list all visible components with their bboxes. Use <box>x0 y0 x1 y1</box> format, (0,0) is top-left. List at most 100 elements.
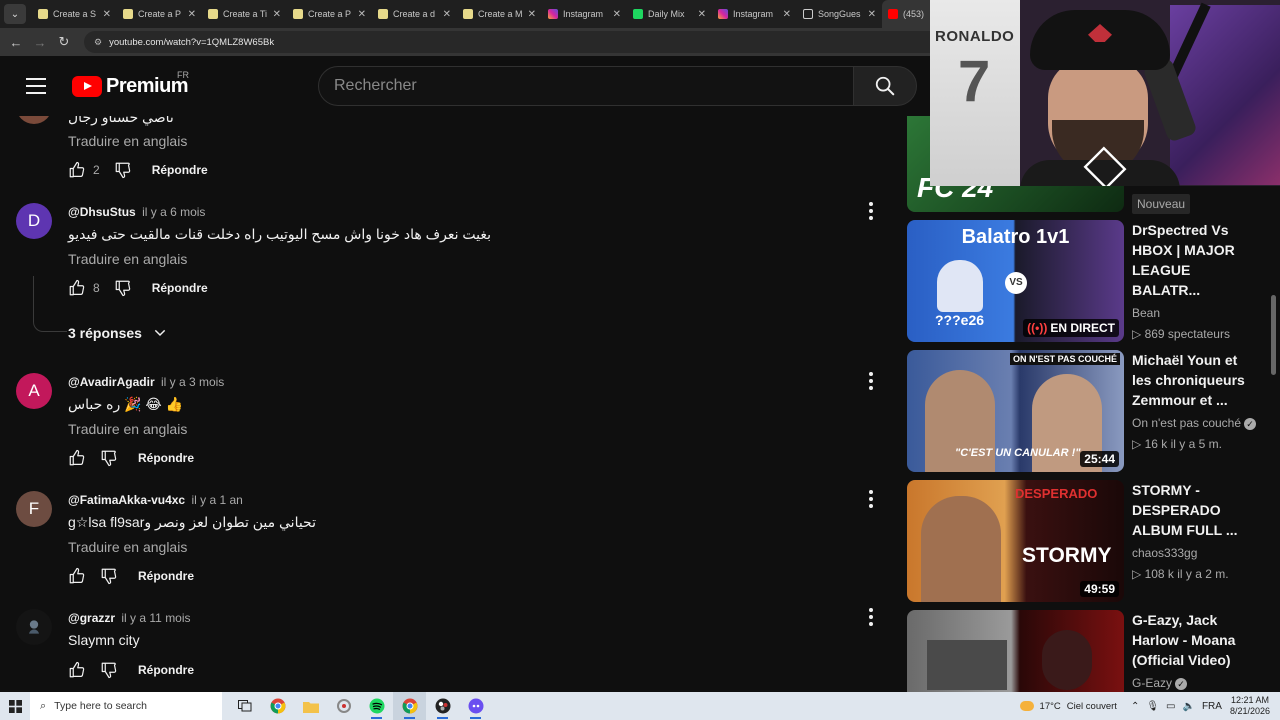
close-tab-icon[interactable]: ✕ <box>103 9 111 20</box>
avatar[interactable]: A <box>16 373 52 409</box>
avatar[interactable] <box>16 609 52 645</box>
reply-button[interactable]: Répondre <box>138 663 194 677</box>
close-tab-icon[interactable]: ✕ <box>613 9 621 20</box>
comment-header: @FatimaAkka-vu4xc il y a 1 an <box>68 493 243 507</box>
dislike-icon[interactable] <box>114 279 132 297</box>
microphone-icon[interactable]: 🎙 <box>1146 701 1159 712</box>
volume-icon[interactable]: 🔈 <box>1183 701 1195 712</box>
dislike-icon[interactable] <box>100 567 118 585</box>
video-thumbnail[interactable]: DESPERADO STORMY 49:59 <box>907 480 1124 602</box>
comment-author[interactable]: @grazzr <box>68 611 115 625</box>
more-options-icon[interactable] <box>862 490 880 508</box>
browser-tab[interactable]: SongGues ✕ <box>797 0 882 28</box>
discord-icon[interactable] <box>459 692 492 720</box>
dislike-icon[interactable] <box>114 161 132 179</box>
close-tab-icon[interactable]: ✕ <box>868 9 876 20</box>
comment-time[interactable]: il y a 11 mois <box>121 611 190 625</box>
more-options-icon[interactable] <box>862 372 880 390</box>
reply-button[interactable]: Répondre <box>138 569 194 583</box>
close-tab-icon[interactable]: ✕ <box>443 9 451 20</box>
tab-search-menu-button[interactable]: ⌄ <box>4 4 26 24</box>
like-icon[interactable] <box>68 161 86 179</box>
browser-tab[interactable]: Create a M ✕ <box>457 0 542 28</box>
site-info-icon[interactable]: ⚙ <box>94 37 102 48</box>
chrome-icon[interactable] <box>261 692 294 720</box>
reply-button[interactable]: Répondre <box>152 163 208 177</box>
comment-header: @grazzr il y a 11 mois <box>68 611 191 625</box>
doc-icon <box>378 9 388 19</box>
comment-time[interactable]: il y a 3 mois <box>161 375 224 389</box>
like-icon[interactable] <box>68 567 86 585</box>
close-tab-icon[interactable]: ✕ <box>698 9 706 20</box>
close-tab-icon[interactable]: ✕ <box>188 9 196 20</box>
close-tab-icon[interactable]: ✕ <box>358 9 366 20</box>
close-tab-icon[interactable]: ✕ <box>783 9 791 20</box>
translate-link[interactable]: Traduire en anglais <box>68 421 187 437</box>
browser-tab[interactable]: Instagram ✕ <box>712 0 797 28</box>
video-channel[interactable]: Bean <box>1132 306 1257 320</box>
network-icon[interactable]: ▭ <box>1166 701 1175 712</box>
weather-widget[interactable]: 17°C Ciel couvert <box>1019 701 1117 712</box>
replies-toggle[interactable]: 3 réponses <box>68 325 168 341</box>
video-title[interactable]: DrSpectred Vs HBOX | MAJOR LEAGUE BALATR… <box>1132 220 1257 300</box>
dislike-icon[interactable] <box>100 661 118 679</box>
comment-time[interactable]: il y a 6 mois <box>142 205 205 219</box>
dislike-icon[interactable] <box>100 449 118 467</box>
back-button[interactable]: ← <box>4 35 28 50</box>
comment-author[interactable]: @FatimaAkka-vu4xc <box>68 493 185 507</box>
spotify-icon[interactable] <box>360 692 393 720</box>
close-tab-icon[interactable]: ✕ <box>528 9 536 20</box>
clock[interactable]: 12:21 AM 8/21/2026 <box>1230 695 1270 717</box>
like-icon[interactable] <box>68 661 86 679</box>
browser-tab[interactable]: Create a S ✕ <box>32 0 117 28</box>
chrome-active-icon[interactable] <box>393 692 426 720</box>
language-indicator[interactable]: FRA <box>1202 701 1222 712</box>
start-button[interactable] <box>0 699 30 713</box>
search-button[interactable] <box>853 66 917 106</box>
more-options-icon[interactable] <box>862 608 880 626</box>
video-title[interactable]: STORMY - DESPERADO ALBUM FULL ... <box>1132 480 1257 540</box>
obs-icon[interactable] <box>426 692 459 720</box>
app-icon[interactable] <box>327 692 360 720</box>
url-field[interactable]: ⚙ youtube.com/watch?v=1QMLZ8W65Bk <box>84 31 944 53</box>
avatar[interactable] <box>16 116 52 124</box>
chevron-up-icon[interactable]: ⌃ <box>1131 701 1139 712</box>
translate-link[interactable]: Traduire en anglais <box>68 539 187 555</box>
video-thumbnail[interactable] <box>907 610 1124 692</box>
sidebar-scrollbar[interactable] <box>1271 295 1276 375</box>
translate-link[interactable]: Traduire en anglais <box>68 133 187 149</box>
reply-button[interactable]: Répondre <box>152 281 208 295</box>
video-channel[interactable]: On n'est pas couché ✓ <box>1132 416 1257 430</box>
search-input[interactable] <box>319 67 853 105</box>
browser-tab[interactable]: Daily Mix ✕ <box>627 0 712 28</box>
forward-button[interactable]: → <box>28 35 52 50</box>
video-thumbnail[interactable]: ON N'EST PAS COUCHÉ "C'EST UN CANULAR !"… <box>907 350 1124 472</box>
comment-author[interactable]: @DhsuStus <box>68 205 136 219</box>
taskbar-search[interactable]: ⌕ Type here to search <box>30 692 222 720</box>
comment-time[interactable]: il y a 1 an <box>191 493 242 507</box>
close-tab-icon[interactable]: ✕ <box>273 9 281 20</box>
browser-tab[interactable]: Create a P ✕ <box>287 0 372 28</box>
browser-tab[interactable]: Create a d ✕ <box>372 0 457 28</box>
browser-tab[interactable]: Create a Ti ✕ <box>202 0 287 28</box>
video-channel[interactable]: chaos333gg <box>1132 546 1257 560</box>
file-explorer-icon[interactable] <box>294 692 327 720</box>
browser-tab[interactable]: Create a P ✕ <box>117 0 202 28</box>
youtube-premium-logo[interactable]: Premium FR <box>72 70 189 98</box>
reply-button[interactable]: Répondre <box>138 451 194 465</box>
like-icon[interactable] <box>68 449 86 467</box>
menu-icon[interactable] <box>26 78 46 94</box>
video-thumbnail[interactable]: Balatro 1v1 VS ???e26 ((•)) EN DIRECT <box>907 220 1124 342</box>
avatar[interactable]: F <box>16 491 52 527</box>
comment-author[interactable]: @AvadirAgadir <box>68 375 155 389</box>
video-title[interactable]: Michaël Youn et les chroniqueurs Zemmour… <box>1132 350 1257 410</box>
reload-button[interactable]: ↻ <box>52 34 76 50</box>
more-options-icon[interactable] <box>862 202 880 220</box>
task-view-icon[interactable] <box>228 692 261 720</box>
video-title[interactable]: G-Eazy, Jack Harlow - Moana (Official Vi… <box>1132 610 1257 670</box>
translate-link[interactable]: Traduire en anglais <box>68 251 187 267</box>
like-icon[interactable] <box>68 279 86 297</box>
avatar[interactable]: D <box>16 203 52 239</box>
video-channel[interactable]: G-Eazy ✓ <box>1132 676 1257 690</box>
browser-tab[interactable]: Instagram ✕ <box>542 0 627 28</box>
